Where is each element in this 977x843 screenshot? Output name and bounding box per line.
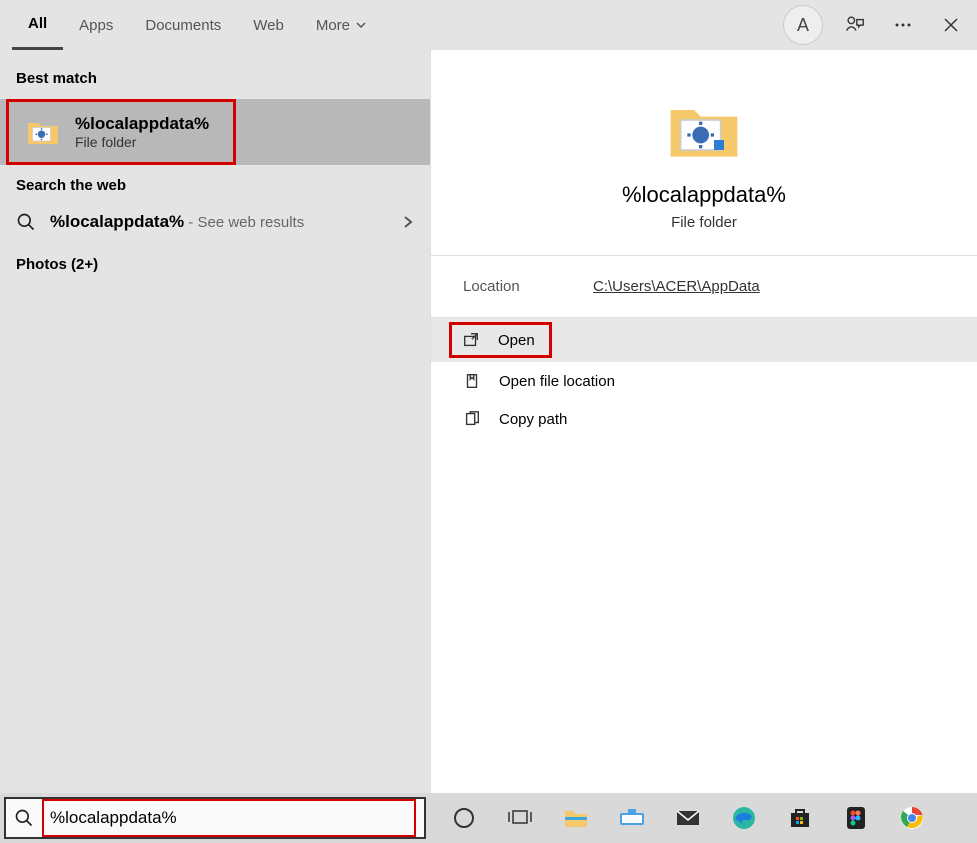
best-match-title: %localappdata%: [75, 114, 209, 134]
close-icon[interactable]: [935, 9, 967, 41]
action-open[interactable]: Open: [431, 318, 977, 362]
file-explorer-icon[interactable]: [562, 804, 590, 832]
folder-icon: [664, 90, 744, 170]
search-icon: [16, 212, 36, 232]
task-view-icon[interactable]: [506, 804, 534, 832]
preview-pane: %localappdata% File folder Location C:\U…: [430, 50, 977, 793]
tab-all[interactable]: All: [12, 0, 63, 50]
action-open-label: Open: [498, 332, 535, 349]
photos-header[interactable]: Photos (2+): [0, 242, 430, 287]
location-label: Location: [463, 278, 593, 295]
web-query: %localappdata%: [50, 212, 184, 231]
tab-apps[interactable]: Apps: [63, 0, 129, 50]
copy-icon: [463, 410, 481, 428]
action-open-location-label: Open file location: [499, 373, 615, 390]
action-open-location[interactable]: Open file location: [431, 362, 977, 400]
store-icon[interactable]: [786, 804, 814, 832]
figma-icon[interactable]: [842, 804, 870, 832]
cortana-icon[interactable]: [450, 804, 478, 832]
chevron-right-icon: [402, 215, 414, 229]
edge-icon[interactable]: [730, 804, 758, 832]
tab-more-label: More: [316, 17, 350, 34]
best-match-header: Best match: [0, 62, 430, 95]
chrome-icon[interactable]: [898, 804, 926, 832]
search-tabs: All Apps Documents Web More A: [0, 0, 977, 50]
best-match-result[interactable]: %localappdata% File folder: [6, 99, 236, 165]
preview-subtitle: File folder: [451, 214, 957, 231]
folder-location-icon: [463, 372, 481, 390]
tab-more[interactable]: More: [300, 0, 382, 50]
folder-icon: [25, 114, 61, 150]
web-hint: - See web results: [184, 214, 304, 231]
search-input[interactable]: [50, 808, 408, 828]
results-pane: Best match %localappdata% File folder Se: [0, 50, 430, 793]
tab-web[interactable]: Web: [237, 0, 300, 50]
search-icon: [14, 808, 34, 828]
web-search-result[interactable]: %localappdata% - See web results: [0, 202, 430, 242]
user-avatar[interactable]: A: [783, 5, 823, 45]
mail-icon[interactable]: [674, 804, 702, 832]
taskbar: [0, 793, 977, 843]
chevron-down-icon: [356, 20, 366, 30]
action-copy-path-label: Copy path: [499, 411, 567, 428]
more-options-icon[interactable]: [887, 9, 919, 41]
search-box[interactable]: [4, 797, 426, 839]
keyboard-app-icon[interactable]: [618, 804, 646, 832]
preview-title: %localappdata%: [451, 182, 957, 208]
best-match-subtitle: File folder: [75, 134, 209, 150]
search-web-header: Search the web: [0, 169, 430, 202]
tab-documents[interactable]: Documents: [129, 0, 237, 50]
feedback-icon[interactable]: [839, 9, 871, 41]
action-copy-path[interactable]: Copy path: [431, 400, 977, 438]
location-path[interactable]: C:\Users\ACER\AppData: [593, 278, 760, 295]
open-icon: [462, 331, 480, 349]
